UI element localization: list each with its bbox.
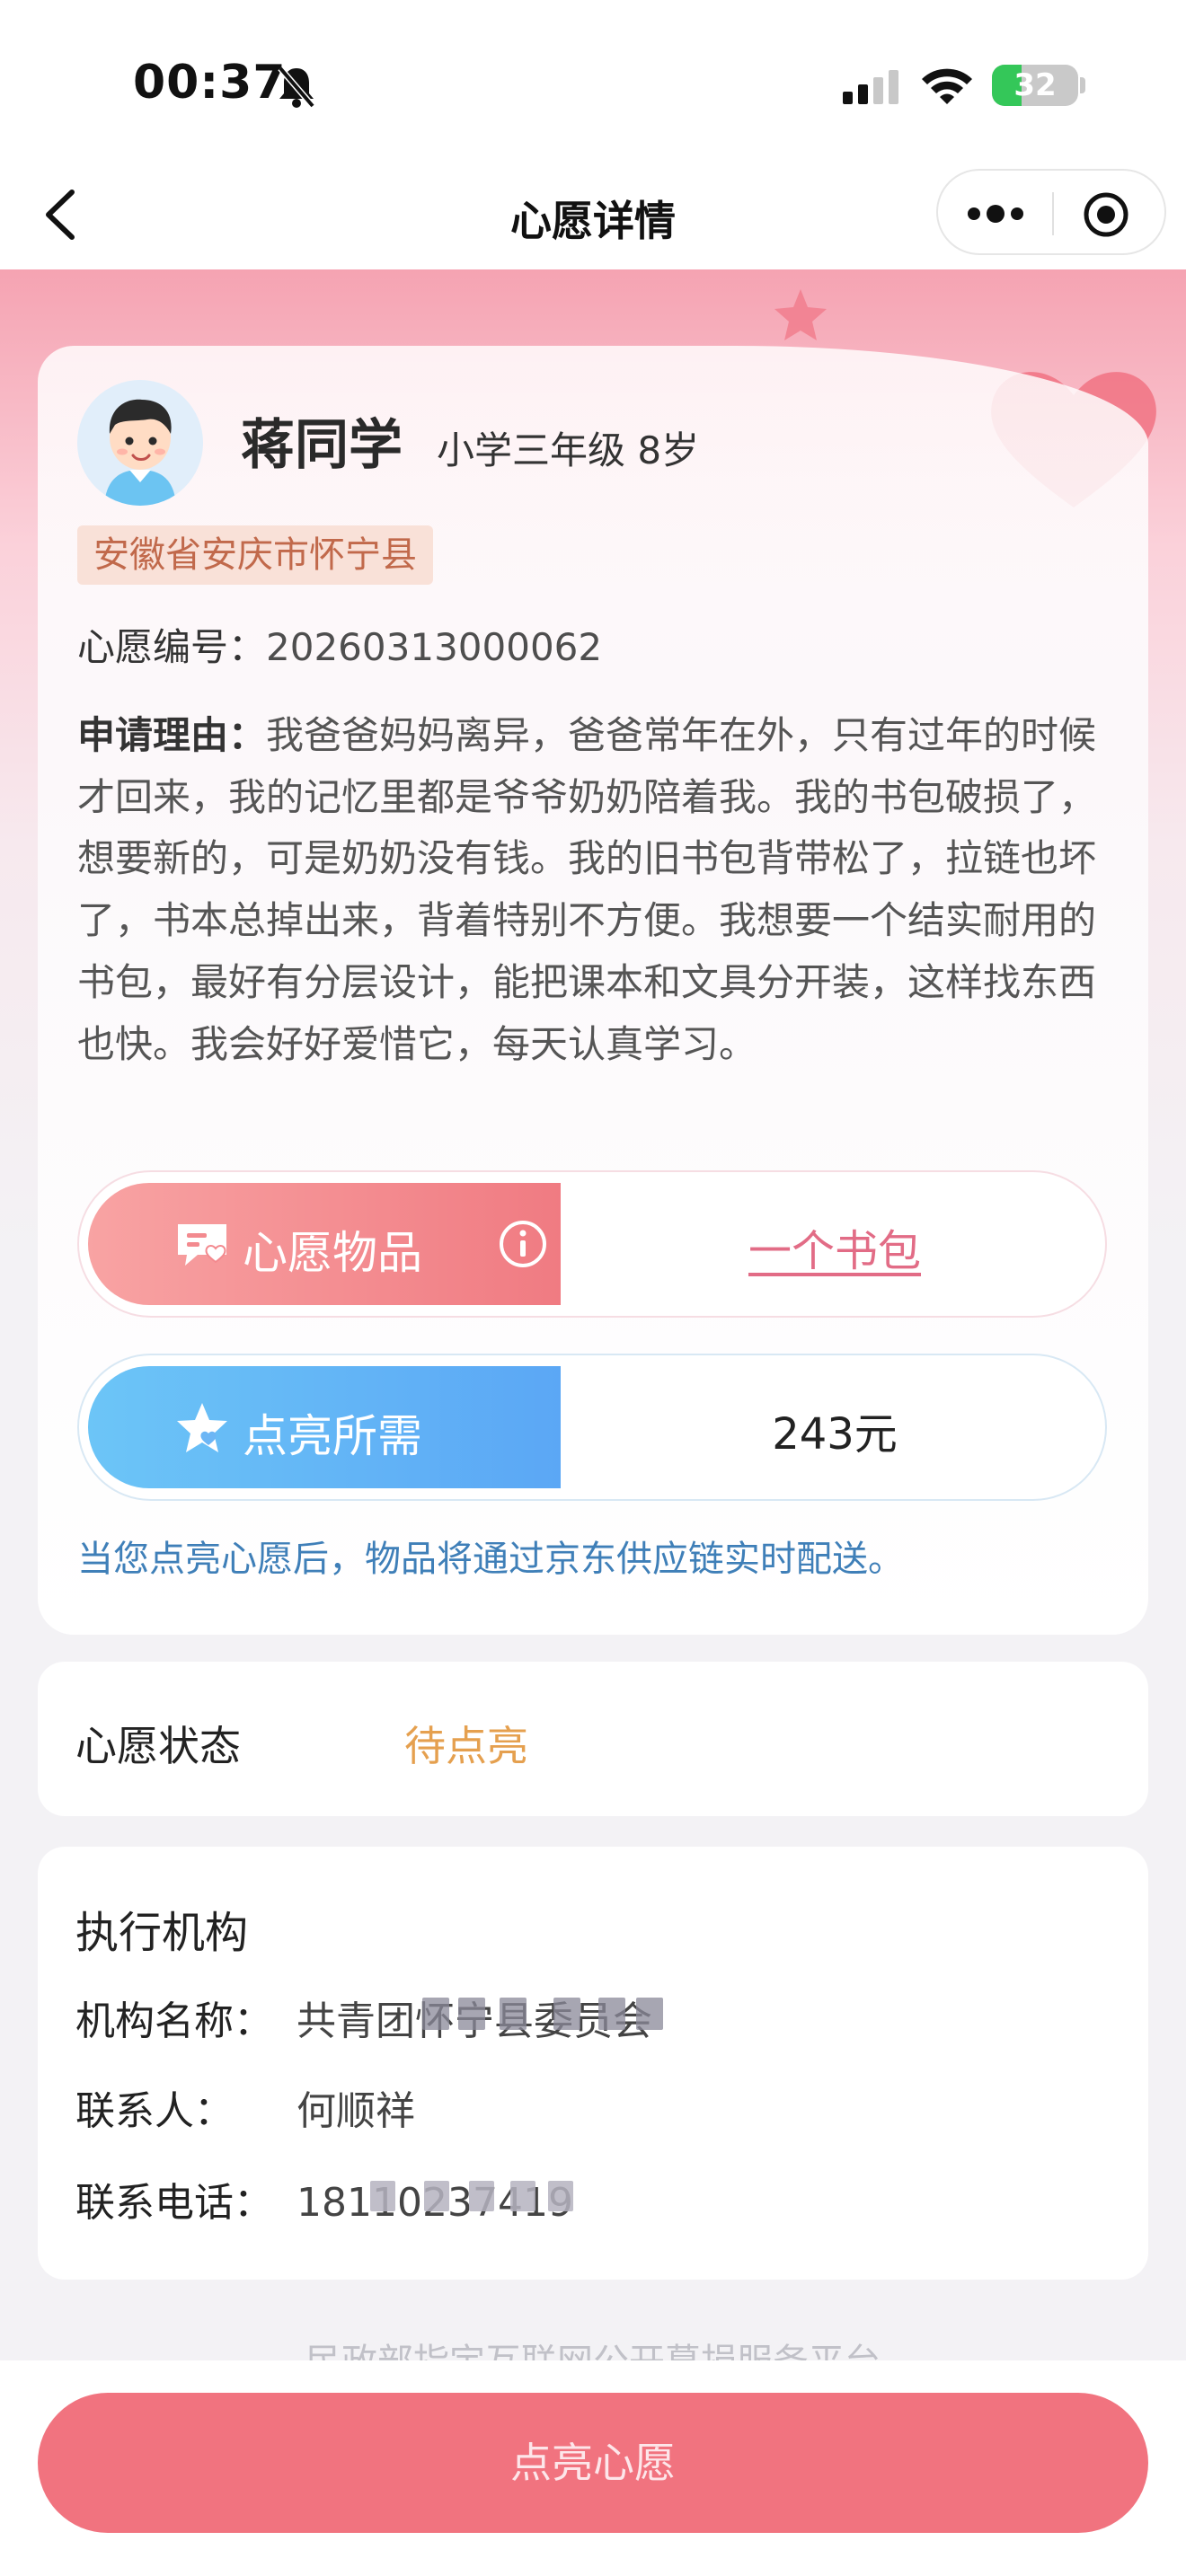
- contact-person-value: 何顺祥: [296, 2088, 415, 2134]
- cost-value: 243元: [772, 1409, 898, 1460]
- cost-tag: 点亮所需: [88, 1366, 561, 1488]
- status-bar: 00:37 32: [0, 0, 1186, 162]
- organization-card: 执行机构 机构名称：共青团怀宁县委员会 联系人：何顺祥 联系电话：1811023…: [38, 1847, 1148, 2280]
- location-tag: 安徽省安庆市怀宁县: [77, 525, 433, 585]
- wish-number-label: 心愿编号：: [77, 625, 267, 669]
- wish-status-label: 心愿状态: [75, 1722, 241, 1770]
- target-circle-icon[interactable]: [1082, 190, 1130, 239]
- cost-label: 点亮所需: [243, 1410, 422, 1462]
- battery-level: 32: [1013, 67, 1057, 103]
- wish-item-label: 心愿物品: [243, 1227, 422, 1279]
- avatar: [77, 380, 203, 506]
- child-name: 蒋同学: [241, 414, 403, 477]
- wish-status-card: 心愿状态 待点亮: [38, 1662, 1148, 1816]
- nav-bar: 心愿详情: [0, 162, 1186, 269]
- wish-item-pill: 心愿物品 一个书包: [77, 1170, 1107, 1318]
- contact-phone-label: 联系电话：: [75, 2180, 273, 2226]
- mini-program-capsule: [936, 169, 1166, 255]
- contact-person-row: 联系人： 何顺祥: [75, 2078, 415, 2136]
- apply-reason: 申请理由：我爸爸妈妈离异，爸爸常年在外，只有过年的时候才回来，我的记忆里都是爷爷…: [77, 705, 1128, 1075]
- contact-person-label: 联系人：: [75, 2088, 234, 2134]
- gift-message-icon: [174, 1217, 230, 1273]
- star-heart-icon: [174, 1400, 230, 1456]
- battery-icon: 32: [992, 65, 1078, 106]
- cost-pill: 点亮所需 243元: [77, 1354, 1107, 1501]
- bell-slash-icon: [277, 65, 316, 113]
- wish-number-row: 心愿编号：20260313000062: [77, 617, 602, 672]
- info-icon[interactable]: [498, 1219, 548, 1269]
- wish-number-value: 20260313000062: [266, 625, 603, 669]
- battery-tip: [1080, 77, 1085, 93]
- organization-name-label: 机构名称：: [75, 1998, 273, 2044]
- redaction-mosaic: [374, 1992, 670, 2041]
- apply-reason-label: 申请理由：: [77, 713, 267, 757]
- wish-status-value: 待点亮: [404, 1722, 528, 1770]
- light-up-wish-button[interactable]: 点亮心愿: [38, 2393, 1148, 2533]
- wish-item-tag: 心愿物品: [88, 1183, 561, 1305]
- apply-reason-text: 我爸爸妈妈离异，爸爸常年在外，只有过年的时候才回来，我的记忆里都是爷爷奶奶陪着我…: [77, 713, 1097, 1066]
- more-dots-icon[interactable]: [963, 196, 1028, 232]
- wish-card: 蒋同学 小学三年级 8岁 安徽省安庆市怀宁县 心愿编号：202603130000…: [38, 346, 1148, 1635]
- bottom-action-bar: 点亮心愿: [0, 2360, 1186, 2576]
- redaction-mosaic: [334, 2174, 595, 2222]
- status-time: 00:37: [133, 56, 287, 110]
- capsule-divider: [1052, 192, 1054, 235]
- wifi-icon: [920, 65, 974, 110]
- delivery-note: 当您点亮心愿后，物品将通过京东供应链实时配送。: [77, 1539, 904, 1580]
- star-decoration-icon: [771, 286, 830, 348]
- wish-item-link[interactable]: 一个书包: [561, 1215, 1109, 1278]
- organization-title: 执行机构: [75, 1908, 249, 1958]
- child-grade-age: 小学三年级 8岁: [437, 428, 700, 472]
- cellular-signal-icon: [843, 70, 900, 110]
